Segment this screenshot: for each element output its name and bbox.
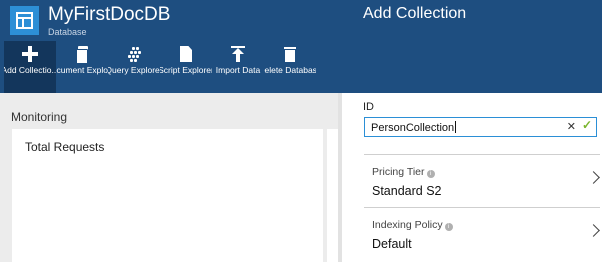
id-input-value: PersonCollection	[371, 122, 455, 134]
add-collection-label: Add Collectio...	[4, 65, 56, 75]
pricing-tier-label: Pricing Tier	[372, 166, 425, 178]
checkmark-icon: ✓	[581, 118, 592, 132]
database-blade: MyFirstDocDB Database Add Collectio... D…	[0, 0, 338, 262]
database-icon	[10, 6, 39, 35]
id-input[interactable]: PersonCollection ✕ ✓	[364, 117, 597, 137]
pricing-tier-selector[interactable]: Pricing Tier i Standard S2	[364, 155, 600, 207]
monitoring-section-label: Monitoring	[11, 110, 68, 124]
database-subtitle: Database	[48, 27, 87, 37]
text-caret	[455, 121, 457, 133]
total-requests-title: Total Requests	[25, 140, 105, 154]
import-data-button[interactable]: Import Data	[212, 41, 264, 93]
indexing-policy-label: Indexing Policy	[372, 219, 443, 231]
script-explorer-label: Script Explorer	[160, 65, 212, 75]
id-input-value-wrapper: PersonCollection	[371, 121, 457, 134]
database-toolbar: Add Collectio... Document Explorer Query…	[4, 41, 316, 93]
next-tile-partial[interactable]	[327, 129, 338, 262]
delete-database-label: Delete Database	[264, 65, 316, 75]
indexing-policy-value: Default	[372, 237, 412, 251]
database-blade-header: MyFirstDocDB Database Add Collectio... D…	[0, 0, 338, 93]
info-icon[interactable]: i	[444, 223, 453, 231]
indexing-policy-selector[interactable]: Indexing Policy i Default	[364, 208, 600, 260]
import-icon	[229, 46, 247, 62]
add-collection-form: ID PersonCollection ✕ ✓ Pricing Tier i St…	[342, 93, 602, 262]
total-requests-tile[interactable]: Total Requests	[12, 129, 323, 262]
query-icon	[125, 46, 143, 62]
id-label: ID	[363, 101, 374, 113]
pricing-tier-value: Standard S2	[372, 184, 442, 198]
script-explorer-button[interactable]: Script Explorer	[160, 41, 212, 93]
import-data-label: Import Data	[215, 65, 261, 75]
delete-database-button[interactable]: Delete Database	[264, 41, 316, 93]
document-icon	[73, 46, 91, 64]
clear-icon[interactable]: ✕	[567, 120, 576, 133]
chevron-right-icon	[587, 224, 600, 237]
document-explorer-button[interactable]: Document Explorer	[56, 41, 108, 93]
query-explorer-button[interactable]: Query Explorer	[108, 41, 160, 93]
pricing-tier-label-row: Pricing Tier i	[372, 166, 435, 178]
add-collection-header: Add Collection	[338, 0, 602, 93]
add-collection-title: Add Collection	[363, 5, 467, 22]
chevron-right-icon	[587, 171, 600, 184]
document-explorer-label: Document Explorer	[56, 65, 108, 75]
query-explorer-label: Query Explorer	[108, 65, 160, 75]
trash-icon	[281, 46, 299, 62]
database-title: MyFirstDocDB	[48, 4, 171, 25]
info-icon[interactable]: i	[426, 170, 435, 178]
plus-icon	[21, 46, 39, 62]
indexing-policy-label-row: Indexing Policy i	[372, 219, 453, 231]
add-collection-button[interactable]: Add Collectio...	[4, 41, 56, 93]
script-icon	[177, 46, 195, 62]
